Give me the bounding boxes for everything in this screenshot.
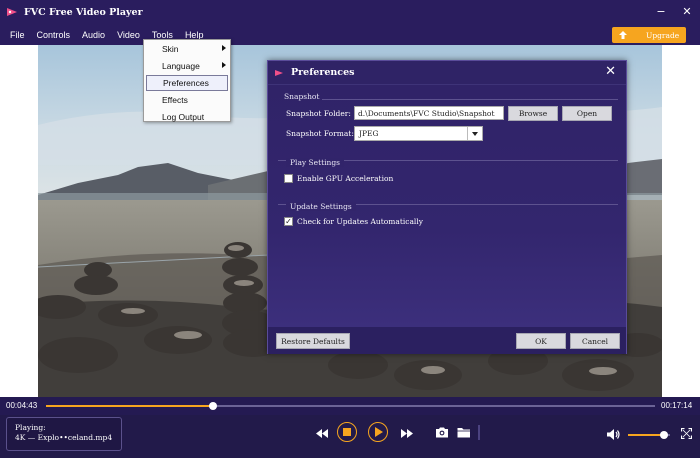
tools-dropdown-menu: Skin Language Preferences Effects Log Ou… xyxy=(143,39,231,122)
auto-update-option[interactable]: ✓ Check for Updates Automatically xyxy=(284,217,423,226)
menu-item-effects[interactable]: Effects xyxy=(146,92,228,108)
upgrade-button[interactable]: Upgrade xyxy=(612,27,686,43)
fullscreen-icon xyxy=(680,427,692,439)
seek-handle[interactable] xyxy=(209,402,218,410)
snapshot-button[interactable] xyxy=(434,424,450,440)
app-title: FVC Free Video Player xyxy=(24,6,143,18)
upgrade-arrow-icon xyxy=(618,30,634,40)
gpu-acceleration-checkbox[interactable] xyxy=(284,174,293,183)
menu-item-label: Language xyxy=(162,61,200,71)
dialog-logo-icon xyxy=(274,68,284,78)
volume-slider-fill xyxy=(628,434,664,436)
preferences-dialog: Preferences ✕ Snapshot Snapshot Folder: … xyxy=(267,60,627,354)
app-logo-icon xyxy=(6,6,18,18)
auto-update-checkbox[interactable]: ✓ xyxy=(284,217,293,226)
close-window-button[interactable]: ✕ xyxy=(680,4,694,18)
open-button[interactable]: Open xyxy=(562,106,612,121)
menu-item-language[interactable]: Language xyxy=(146,58,228,74)
progress-bar-row: 00:04:43 00:17:14 xyxy=(0,397,700,415)
rewind-button[interactable] xyxy=(314,425,330,441)
current-time: 00:04:43 xyxy=(6,401,38,410)
gpu-acceleration-option[interactable]: Enable GPU Acceleration xyxy=(284,174,393,183)
playing-file-name: 4K — Explo••celand.mp4 xyxy=(15,433,113,442)
rewind-icon xyxy=(316,428,328,438)
menu-item-preferences[interactable]: Preferences xyxy=(146,75,228,91)
dialog-footer: Restore Defaults OK Cancel xyxy=(268,327,626,354)
now-playing-box: Playing: 4K — Explo••celand.mp4 xyxy=(6,417,122,451)
browse-button[interactable]: Browse xyxy=(508,106,558,121)
menu-bar: File Controls Audio Video Tools Help Upg… xyxy=(0,24,700,45)
snapshot-folder-input[interactable]: d.\Documents\FVC Studio\Snapshot xyxy=(354,106,504,120)
dialog-title: Preferences xyxy=(291,67,355,78)
upgrade-label: Upgrade xyxy=(646,30,680,40)
snapshot-section-label: Snapshot xyxy=(284,92,320,101)
menu-audio[interactable]: Audio xyxy=(76,24,111,45)
volume-handle[interactable] xyxy=(659,431,668,439)
menu-item-log-output[interactable]: Log Output xyxy=(146,109,228,125)
volume-slider[interactable] xyxy=(628,431,670,439)
gpu-acceleration-label: Enable GPU Acceleration xyxy=(297,174,394,183)
menu-item-label: Log Output xyxy=(162,112,205,122)
menu-item-label: Effects xyxy=(162,95,188,105)
camera-icon xyxy=(436,427,448,437)
controls-bar: Playing: 4K — Explo••celand.mp4 xyxy=(0,415,700,458)
auto-update-label: Check for Updates Automatically xyxy=(297,217,423,226)
snapshot-format-select[interactable]: JPEG xyxy=(354,126,483,141)
restore-defaults-button[interactable]: Restore Defaults xyxy=(276,333,350,349)
title-bar: FVC Free Video Player − ✕ xyxy=(0,0,700,24)
dialog-close-icon[interactable]: ✕ xyxy=(605,65,616,79)
menu-item-skin[interactable]: Skin xyxy=(146,41,228,57)
seek-bar-fill xyxy=(46,405,214,407)
fullscreen-button[interactable] xyxy=(680,427,692,439)
ok-button[interactable]: OK xyxy=(516,333,566,349)
playing-label: Playing: xyxy=(15,423,46,432)
menu-video[interactable]: Video xyxy=(111,24,146,45)
submenu-arrow-icon xyxy=(222,45,226,51)
menu-file[interactable]: File xyxy=(0,24,31,45)
speaker-icon xyxy=(607,428,620,440)
play-settings-section-label: Play Settings xyxy=(286,158,345,167)
cancel-button[interactable]: Cancel xyxy=(570,333,620,349)
volume-button[interactable] xyxy=(606,426,622,442)
play-button[interactable] xyxy=(368,422,388,442)
update-settings-section-label: Update Settings xyxy=(286,202,356,211)
fast-forward-icon xyxy=(401,428,413,438)
snapshot-format-value: JPEG xyxy=(359,129,379,138)
dialog-body: Snapshot Snapshot Folder: d.\Documents\F… xyxy=(268,85,626,327)
open-folder-button[interactable] xyxy=(456,424,472,440)
divider xyxy=(478,425,480,440)
play-icon xyxy=(374,427,383,437)
submenu-arrow-icon xyxy=(222,62,226,68)
stop-button[interactable] xyxy=(337,422,357,442)
divider xyxy=(322,99,618,100)
seek-bar[interactable] xyxy=(46,402,655,410)
total-time: 00:17:14 xyxy=(661,401,693,410)
minimize-button[interactable]: − xyxy=(654,4,668,18)
menu-controls[interactable]: Controls xyxy=(31,24,77,45)
snapshot-format-label: Snapshot Format: xyxy=(286,129,354,138)
folder-icon xyxy=(457,427,470,437)
dropdown-arrow-icon xyxy=(467,127,482,140)
stop-icon xyxy=(343,428,351,436)
dialog-header: Preferences ✕ xyxy=(268,61,626,85)
menu-item-label: Preferences xyxy=(163,78,209,88)
fast-forward-button[interactable] xyxy=(399,425,415,441)
menu-item-label: Skin xyxy=(162,44,179,54)
snapshot-folder-label: Snapshot Folder: xyxy=(286,109,351,118)
